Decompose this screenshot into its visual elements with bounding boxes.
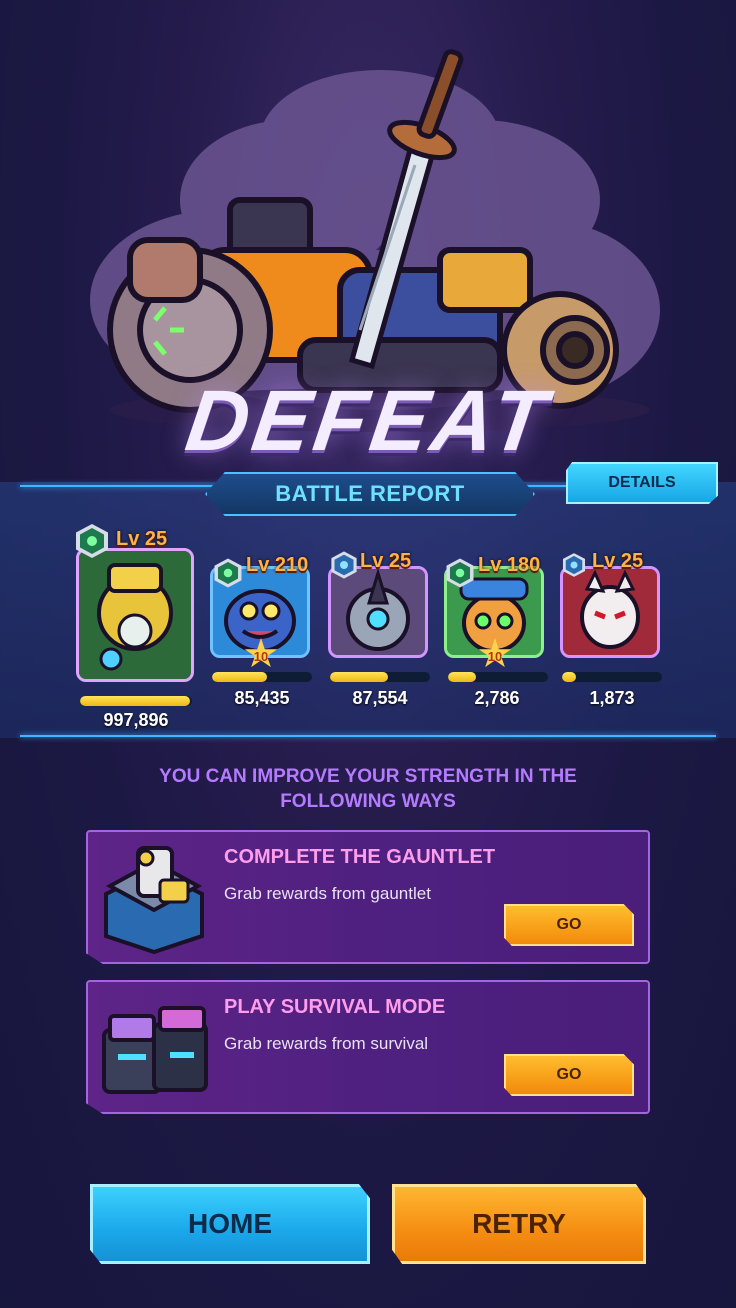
hero-damage: 85,435 [234, 688, 290, 708]
hero-level: Lv 180 [478, 554, 541, 576]
damage-bar-fill [330, 672, 388, 682]
details-button[interactable]: DETAILS [566, 462, 718, 504]
gauntlet-go-button[interactable]: GO [504, 904, 634, 946]
hero-damage: 87,554 [352, 688, 408, 708]
improve-heading-line: YOU CAN IMPROVE YOUR STRENGTH IN THE [159, 766, 577, 787]
hero-portrait [560, 566, 660, 658]
survival-mode-icon [102, 1006, 208, 1094]
hero-card[interactable]: Lv 210 10 85,435 [210, 552, 314, 712]
home-button[interactable]: HOME [90, 1184, 370, 1264]
hero-card[interactable]: Lv 180 10 2,786 [444, 552, 550, 712]
hero-damage: 1,873 [589, 688, 635, 708]
hero-damage: 2,786 [474, 688, 520, 708]
tip-card-survival: PLAY SURVIVAL MODE Grab rewards from sur… [86, 980, 650, 1114]
hero-level: Lv 25 [360, 550, 412, 572]
damage-bar-fill [212, 672, 267, 682]
hero-damage: 997,896 [103, 710, 169, 730]
improve-heading-line: FOLLOWING WAYS [280, 791, 456, 812]
retry-button[interactable]: RETRY [392, 1184, 646, 1264]
damage-bar [212, 672, 312, 682]
hero-card[interactable]: Lv 25 997,896 [76, 524, 200, 734]
hero-portrait [328, 566, 428, 658]
damage-bar-fill [80, 696, 190, 706]
tip-title: PLAY SURVIVAL MODE [224, 996, 446, 1018]
tip-card-gauntlet: COMPLETE THE GAUNTLET Grab rewards from … [86, 830, 650, 964]
tip-title: COMPLETE THE GAUNTLET [224, 846, 496, 868]
hero-card[interactable]: Lv 25 1,873 [560, 548, 664, 712]
improve-heading: YOU CAN IMPROVE YOUR STRENGTH IN THE FOL… [0, 764, 736, 814]
gauntlet-icon [104, 846, 204, 955]
panel-divider [20, 735, 716, 737]
tip-description: Grab rewards from survival [224, 1034, 429, 1053]
hero-level: Lv 25 [116, 528, 168, 550]
survival-go-button[interactable]: GO [504, 1054, 634, 1096]
result-title: DEFEAT [180, 373, 556, 469]
damage-bar [448, 672, 548, 682]
hero-level: Lv 210 [246, 554, 309, 576]
damage-bar-fill [562, 672, 576, 682]
damage-bar [80, 696, 192, 706]
damage-bar [330, 672, 430, 682]
hero-portrait [76, 548, 194, 682]
tip-description: Grab rewards from gauntlet [224, 884, 431, 903]
hero-level: Lv 25 [592, 550, 644, 572]
hero-card[interactable]: Lv 25 87,554 [328, 548, 432, 712]
damage-bar [562, 672, 662, 682]
battle-report-header: BATTLE REPORT [205, 472, 535, 516]
damage-bar-fill [448, 672, 476, 682]
